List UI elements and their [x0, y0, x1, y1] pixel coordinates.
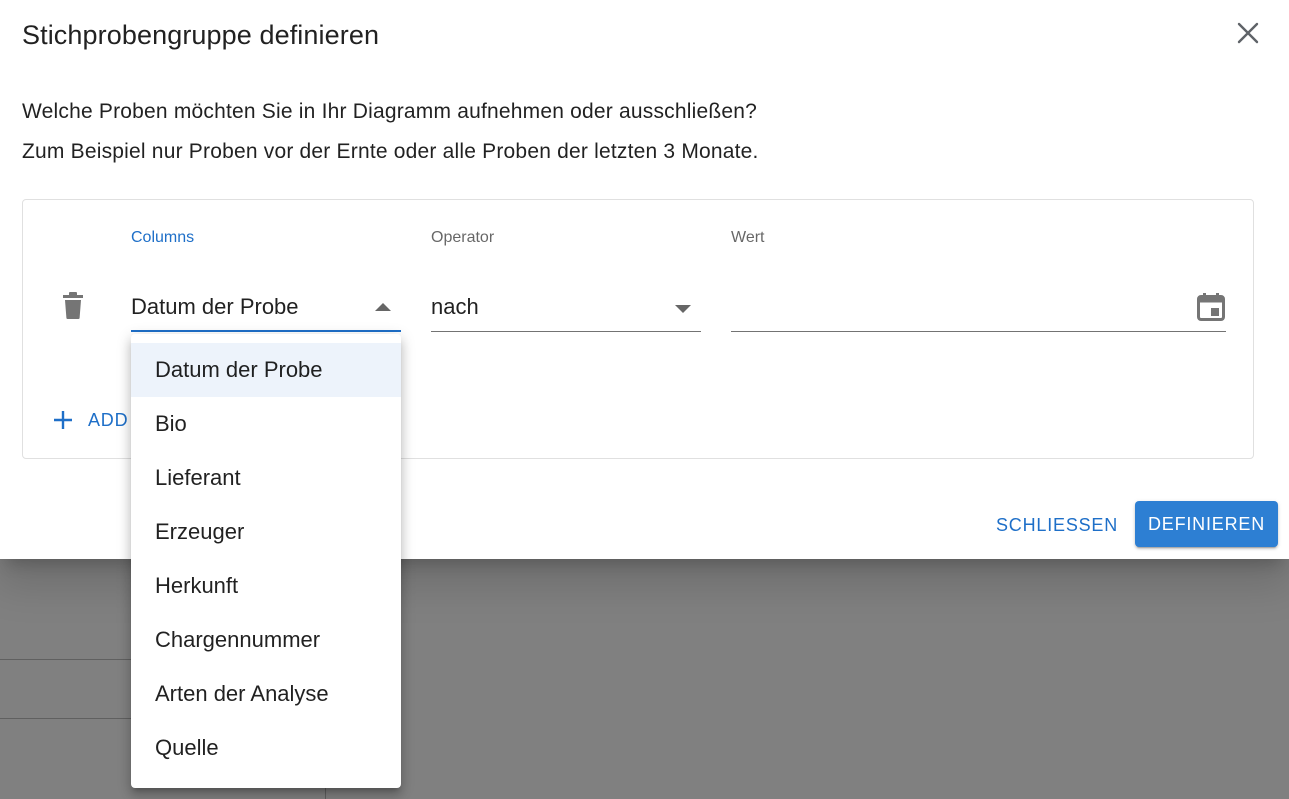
delete-row-button[interactable]: [60, 292, 86, 320]
menu-item[interactable]: Quelle: [131, 721, 401, 775]
close-icon: [1237, 22, 1259, 44]
add-filter-label: ADD: [88, 409, 129, 430]
value-label: Wert: [731, 229, 765, 246]
caret-up-icon: [375, 303, 391, 311]
plus-icon: [54, 411, 72, 429]
menu-item[interactable]: Chargennummer: [131, 613, 401, 667]
operator-label: Operator: [431, 229, 495, 246]
value-date-input[interactable]: [731, 283, 1226, 332]
add-filter-button[interactable]: ADD: [52, 402, 128, 438]
close-dialog-button[interactable]: SCHLIESSEN: [984, 505, 1130, 545]
column-select-value: Datum der Probe: [131, 294, 299, 319]
menu-item[interactable]: Datum der Probe: [131, 343, 401, 397]
open-calendar-button[interactable]: [1196, 292, 1226, 322]
background-divider: [0, 659, 131, 660]
menu-item[interactable]: Bio: [131, 397, 401, 451]
column-options-menu: Datum der Probe Bio Lieferant Erzeuger H…: [131, 334, 401, 788]
calendar-icon: [1197, 293, 1225, 321]
caret-down-icon: [675, 305, 691, 313]
dialog-title: Stichprobengruppe definieren: [22, 20, 380, 50]
close-button[interactable]: [1228, 13, 1268, 53]
menu-item[interactable]: Arten der Analyse: [131, 667, 401, 721]
menu-item[interactable]: Herkunft: [131, 559, 401, 613]
operator-select-value: nach: [431, 294, 479, 319]
menu-item[interactable]: Erzeuger: [131, 505, 401, 559]
columns-label: Columns: [131, 229, 195, 246]
operator-select[interactable]: nach: [431, 283, 701, 332]
column-select[interactable]: Datum der Probe: [131, 283, 401, 332]
trash-icon: [63, 292, 83, 319]
background-divider: [0, 718, 131, 719]
define-button[interactable]: DEFINIEREN: [1135, 501, 1278, 547]
menu-item[interactable]: Lieferant: [131, 451, 401, 505]
description-line: Welche Proben möchten Sie in Ihr Diagram…: [22, 100, 757, 123]
description-line: Zum Beispiel nur Proben vor der Ernte od…: [22, 140, 759, 163]
dialog-description: Welche Proben möchten Sie in Ihr Diagram…: [22, 92, 759, 172]
